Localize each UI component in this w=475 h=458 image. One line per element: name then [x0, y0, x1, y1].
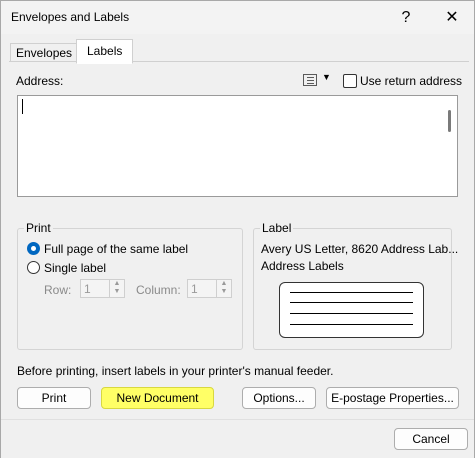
address-scrollbar[interactable]: [443, 96, 457, 196]
row-value: 1: [84, 282, 91, 296]
preview-line: [290, 292, 413, 293]
row-spinner-arrows[interactable]: ▲ ▼: [109, 280, 124, 297]
use-return-address-label[interactable]: Use return address: [360, 74, 462, 88]
preview-line: [290, 313, 413, 314]
tab-labels-label: Labels: [87, 44, 123, 58]
full-page-label[interactable]: Full page of the same label: [44, 242, 188, 256]
chevron-down-icon[interactable]: ▼: [322, 72, 331, 82]
address-textarea[interactable]: [17, 95, 458, 197]
spin-up-icon[interactable]: ▲: [221, 280, 228, 287]
epostage-properties-button[interactable]: E-postage Properties...: [326, 387, 459, 409]
spin-up-icon[interactable]: ▲: [114, 280, 121, 287]
title-bar: Envelopes and Labels ? ✕: [1, 1, 474, 34]
column-spinner[interactable]: 1 ▲ ▼: [187, 279, 232, 298]
help-button[interactable]: ?: [388, 1, 424, 34]
options-button[interactable]: Options...: [242, 387, 316, 409]
spin-down-icon[interactable]: ▼: [114, 288, 121, 295]
window-title: Envelopes and Labels: [11, 10, 130, 24]
full-page-radio[interactable]: [27, 242, 40, 255]
tab-envelopes[interactable]: Envelopes: [10, 43, 79, 62]
use-return-address-checkbox[interactable]: [343, 74, 357, 88]
single-label-label[interactable]: Single label: [44, 261, 106, 275]
tab-envelopes-label: Envelopes: [16, 46, 73, 60]
row-spinner[interactable]: 1 ▲ ▼: [80, 279, 125, 298]
cancel-button[interactable]: Cancel: [394, 428, 468, 450]
column-value: 1: [191, 282, 198, 296]
text-caret: [22, 99, 23, 114]
printer-notice: Before printing, insert labels in your p…: [17, 364, 334, 378]
label-product-name[interactable]: Avery US Letter, 8620 Address Lab...: [261, 242, 458, 256]
row-label: Row:: [44, 283, 72, 297]
label-group-title: Label: [260, 221, 294, 235]
address-book-icon[interactable]: [303, 74, 317, 86]
address-label: Address:: [16, 74, 64, 88]
scrollbar-thumb[interactable]: [448, 110, 451, 132]
spin-down-icon[interactable]: ▼: [221, 288, 228, 295]
new-document-button[interactable]: New Document: [101, 387, 214, 409]
column-spinner-arrows[interactable]: ▲ ▼: [216, 280, 231, 297]
label-preview[interactable]: [279, 282, 424, 338]
close-button[interactable]: ✕: [434, 1, 470, 34]
preview-line: [290, 324, 413, 325]
single-label-radio[interactable]: [27, 261, 40, 274]
print-group-title: Print: [24, 221, 53, 235]
label-product-type[interactable]: Address Labels: [261, 259, 344, 273]
tab-labels[interactable]: Labels: [76, 39, 134, 64]
column-label: Column:: [136, 283, 181, 297]
print-button[interactable]: Print: [17, 387, 91, 409]
envelopes-labels-dialog: Envelopes and Labels ? ✕ Envelopes Label…: [0, 0, 475, 458]
preview-line: [290, 302, 413, 303]
